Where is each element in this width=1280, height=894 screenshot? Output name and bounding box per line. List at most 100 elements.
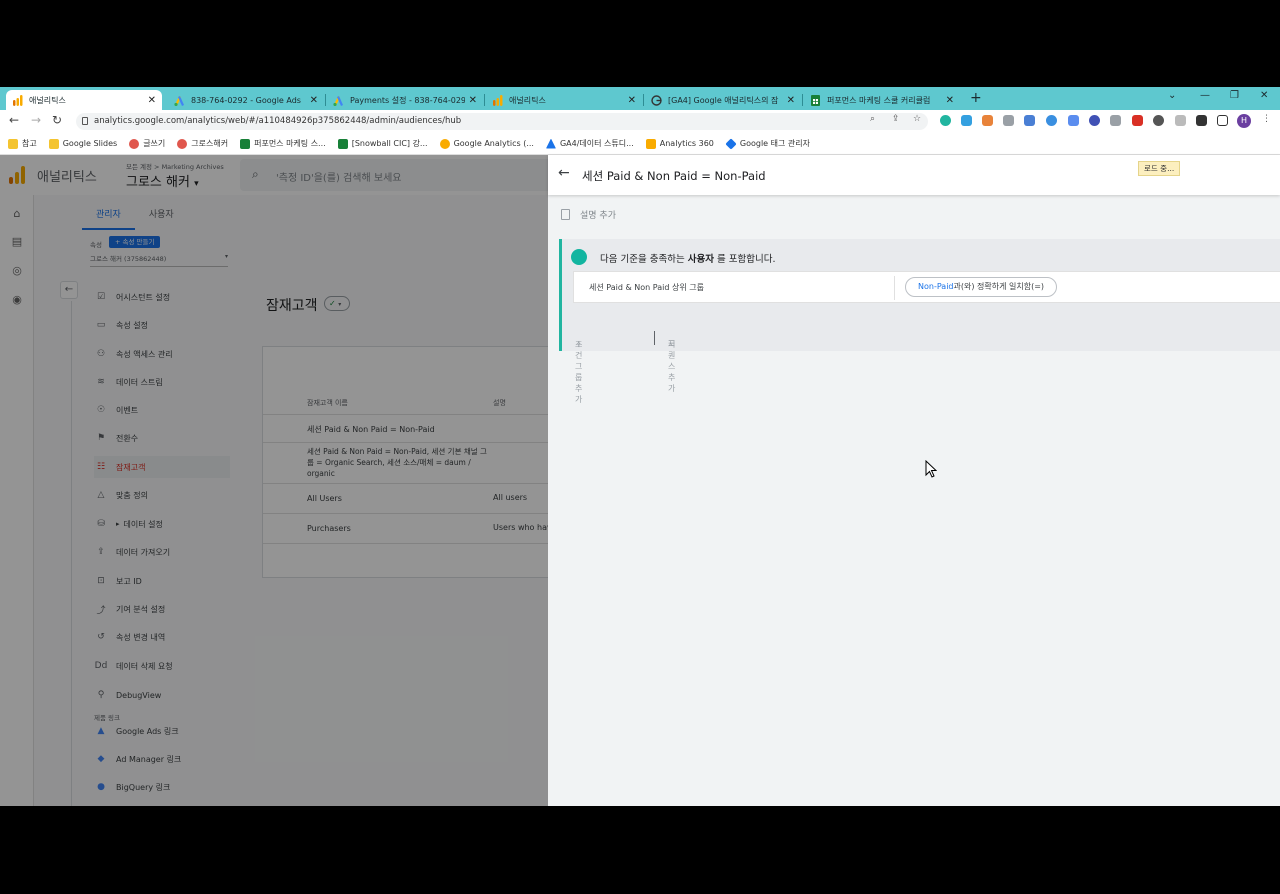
close-icon[interactable]: ✕: [946, 95, 954, 106]
close-icon[interactable]: ✕: [787, 95, 795, 106]
tab-admin[interactable]: 관리자: [82, 203, 135, 230]
nav-setup-assistant[interactable]: ☑ 어시스턴트 설정: [94, 286, 230, 308]
extension-icon[interactable]: [1132, 115, 1143, 126]
tab-curriculum[interactable]: 퍼포먼스 마케팅 스쿨 커리큘럼 ✕: [804, 90, 960, 110]
column-header[interactable]: 설명: [493, 398, 506, 408]
tab-payments[interactable]: Payments 설정 - 838-764-0292 ✕: [327, 90, 483, 110]
property-select[interactable]: 그로스 해커 (375862448) ▾: [90, 253, 228, 267]
bookmark-item[interactable]: 퍼포먼스 마케팅 스...: [240, 138, 326, 149]
bookmark-item[interactable]: 그로스해커: [177, 138, 228, 149]
mic-icon[interactable]: [1153, 115, 1164, 126]
tab-analytics-active[interactable]: 애널리틱스 ✕: [6, 90, 162, 110]
add-description-button[interactable]: 설명 추가: [561, 208, 616, 221]
bookmark-item[interactable]: Google 태그 관리자: [725, 137, 810, 150]
nav-conversions[interactable]: ⚑ 전환수: [94, 427, 230, 449]
flag-icon: ⚑: [96, 433, 106, 443]
tab-user[interactable]: 사용자: [135, 203, 188, 230]
close-icon[interactable]: ✕: [628, 95, 636, 106]
nav-google-ads-link[interactable]: ▲ Google Ads 링크: [94, 720, 230, 742]
nav-ad-manager-link[interactable]: ◆ Ad Manager 링크: [94, 748, 230, 770]
nav-change-history[interactable]: ↺ 속성 변경 내역: [94, 626, 230, 648]
restore-icon[interactable]: ❐: [1230, 90, 1239, 101]
tab-search-icon[interactable]: ⌄: [1168, 90, 1176, 101]
nav-data-streams[interactable]: ≋ 데이터 스트림: [94, 371, 230, 393]
collapse-back-button[interactable]: ←: [60, 281, 78, 299]
nav-data-deletion[interactable]: Dd 데이터 삭제 요청: [94, 655, 230, 677]
column-header[interactable]: 잠재고객 이름: [307, 398, 348, 408]
circle-red-icon: [129, 138, 140, 149]
back-arrow-icon[interactable]: ←: [558, 165, 570, 181]
close-icon[interactable]: ✕: [148, 95, 156, 106]
nav-data-settings[interactable]: ⛁ ▸ 데이터 설정: [94, 513, 230, 535]
nav-property-access[interactable]: ⚇ 속성 액세스 관리: [94, 343, 230, 365]
share-icon[interactable]: ⇪: [892, 114, 900, 124]
home-icon[interactable]: ⌂: [10, 207, 24, 221]
nav-debugview[interactable]: ⚲ DebugView: [94, 684, 230, 706]
extension-icon[interactable]: [940, 115, 951, 126]
close-icon[interactable]: ✕: [310, 95, 318, 106]
bookmark-item[interactable]: Analytics 360: [645, 138, 714, 149]
extension-icon[interactable]: [1175, 115, 1186, 126]
profile-avatar[interactable]: H: [1237, 114, 1251, 128]
tab-separator: [325, 94, 326, 106]
table-row[interactable]: 세션 Paid & Non Paid = Non-Paid, 세션 기본 채널 …: [263, 443, 583, 484]
bookmark-item[interactable]: GA4/데이터 스튜디...: [545, 138, 634, 149]
nav-audiences[interactable]: ☷ 잠재고객: [94, 456, 230, 478]
explore-icon[interactable]: ◎: [10, 264, 24, 278]
bookmark-item[interactable]: Google Slides: [48, 138, 117, 149]
search-input[interactable]: ⌕ '측정 ID'을(를) 검색해 보세요: [240, 159, 548, 191]
account-breadcrumb[interactable]: 모든 계정 > Marketing Archives: [126, 161, 224, 171]
reload-icon[interactable]: ↻: [52, 113, 62, 127]
extension-icon[interactable]: [1110, 115, 1121, 126]
advertising-icon[interactable]: ◉: [10, 293, 24, 307]
table-row[interactable]: 세션 Paid & Non Paid = Non-Paid: [263, 415, 583, 443]
minimize-icon[interactable]: —: [1200, 90, 1210, 101]
reports-icon[interactable]: ▤: [10, 235, 24, 249]
extension-icon[interactable]: [1089, 115, 1100, 126]
close-icon[interactable]: ✕: [469, 95, 477, 106]
status-check-dropdown[interactable]: ✓ ▾: [324, 296, 350, 311]
nav-reporting-id[interactable]: ⊡ 보고 ID: [94, 570, 230, 592]
extension-icon[interactable]: [1046, 115, 1057, 126]
nav-bigquery-link[interactable]: ● BigQuery 링크: [94, 776, 230, 798]
condition-dimension[interactable]: 세션 Paid & Non Paid 상위 그룹: [589, 282, 704, 293]
new-tab-button[interactable]: +: [970, 90, 982, 106]
menu-dots-icon[interactable]: ⋮: [1262, 114, 1271, 124]
condition-value-chip[interactable]: Non-Paid과(와) 정확하게 일치함(=): [905, 277, 1058, 297]
bookmark-star-icon[interactable]: ☆: [913, 114, 921, 124]
shapes-icon: △: [97, 490, 105, 500]
back-icon[interactable]: ←: [9, 113, 19, 127]
extension-icon[interactable]: [1024, 115, 1035, 126]
nav-events[interactable]: ☉ 이벤트: [94, 399, 230, 421]
bookmark-item[interactable]: 참고: [8, 138, 37, 149]
extension-icon[interactable]: [982, 115, 993, 126]
tab-google-ads[interactable]: 838-764-0292 - Google Ads ✕: [168, 90, 324, 110]
create-property-button[interactable]: + 속성 만들기: [109, 236, 161, 248]
table-row[interactable]: Purchasers Users who hav: [263, 514, 583, 544]
nav-attribution[interactable]: ⤴ 기여 분석 설정: [94, 598, 230, 620]
nav-data-import[interactable]: ⇪ 데이터 가져오기: [94, 541, 230, 563]
zoom-icon[interactable]: ⌕: [870, 114, 875, 124]
bookmark-item[interactable]: [Snowball CIC] 강...: [337, 138, 428, 149]
forward-icon[interactable]: →: [31, 113, 41, 127]
extension-icon[interactable]: [961, 115, 972, 126]
extension-icon[interactable]: [1068, 115, 1079, 126]
tab-analytics-2[interactable]: 애널리틱스 ✕: [486, 90, 642, 110]
bookmark-item[interactable]: Google Analytics (...: [439, 138, 534, 149]
sidepanel-icon[interactable]: [1217, 115, 1228, 126]
tab-ga4-help[interactable]: [GA4] Google 애널리틱스의 잠 ✕: [645, 90, 801, 110]
close-window-icon[interactable]: ✕: [1260, 90, 1268, 101]
table-row[interactable]: All Users All users: [263, 484, 583, 514]
nav-custom-definitions[interactable]: △ 맞춤 정의: [94, 484, 230, 506]
condition-value: Non-Paid: [918, 282, 954, 291]
settings-page-icon: ▭: [96, 320, 106, 330]
url-field[interactable]: analytics.google.com/analytics/web/#/a11…: [76, 113, 928, 130]
account-selector[interactable]: 그로스 해커 ▾: [126, 171, 199, 190]
bookmark-item[interactable]: 글쓰기: [129, 138, 165, 149]
extension-icon[interactable]: [1003, 115, 1014, 126]
puzzle-icon[interactable]: [1196, 115, 1207, 126]
nav-property-settings[interactable]: ▭ 속성 설정: [94, 314, 230, 336]
database-icon: ⛁: [97, 519, 105, 529]
scope-users[interactable]: 사용자: [688, 254, 714, 265]
check-circle-icon: ✓: [329, 299, 336, 308]
